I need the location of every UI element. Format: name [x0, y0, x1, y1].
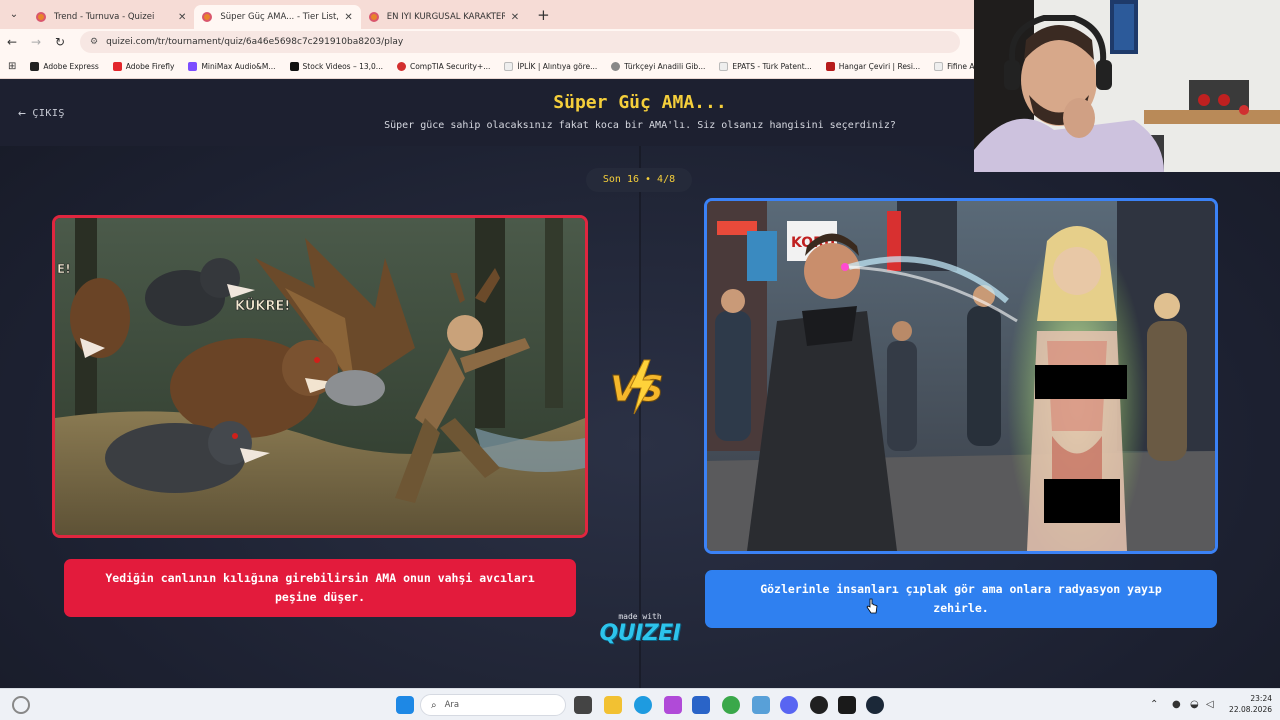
- tab-title: Süper Güç AMA... - Tier List, Kö: [220, 12, 339, 22]
- svg-text:KÜKRE!: KÜKRE!: [235, 298, 290, 314]
- browser-tab-bar: ⌄ Trend - Turnuva - Quizei ✕ Süper Güç A…: [0, 0, 974, 29]
- reload-icon[interactable]: ↻: [48, 35, 72, 49]
- browser-tab-active[interactable]: Süper Güç AMA... - Tier List, Kö ✕: [194, 5, 361, 29]
- obs-icon[interactable]: [810, 696, 828, 714]
- bookmark-item[interactable]: Fifine Ampliga: [934, 62, 974, 71]
- windows-taskbar: ⌕ Ara ⌃ ● ◒ ◁ 23:24 22.08.2026: [0, 688, 1280, 720]
- site-info-icon[interactable]: ⚙: [90, 37, 98, 47]
- versus-lightning-icon: VS: [610, 359, 664, 415]
- exit-label: ÇIKIŞ: [32, 108, 65, 119]
- forward-arrow-icon[interactable]: →: [24, 35, 48, 49]
- center-divider: [639, 146, 641, 688]
- bookmark-item[interactable]: İPLİK | Alıntıya göre...: [504, 62, 597, 71]
- apps-grid-icon[interactable]: ⊞: [8, 61, 16, 72]
- right-choice-image[interactable]: KORU: [704, 198, 1218, 554]
- bookmark-item[interactable]: Stock Videos – 13,0...: [289, 62, 383, 71]
- settings-icon[interactable]: [752, 696, 770, 714]
- microphone-icon[interactable]: ●: [1172, 699, 1181, 710]
- steam-icon[interactable]: [866, 696, 884, 714]
- bookmark-item[interactable]: EPATS - Türk Patent...: [719, 62, 812, 71]
- left-choice-button[interactable]: Yediğin canlının kılığına girebilirsin A…: [64, 559, 576, 617]
- back-arrow-icon[interactable]: ←: [0, 35, 24, 49]
- clock-time: 23:24: [1250, 694, 1272, 703]
- bookmarks-bar: ⊞ Adobe Express Adobe Firefly MiniMax Au…: [0, 55, 974, 79]
- network-icon[interactable]: ◒: [1190, 699, 1199, 710]
- discord-icon[interactable]: [780, 696, 798, 714]
- url-text: quizei.com/tr/tournament/quiz/6a46e5698c…: [106, 37, 404, 47]
- back-arrow-icon: ←: [18, 106, 27, 121]
- search-placeholder: Ara: [444, 700, 460, 710]
- app-icon[interactable]: [692, 696, 710, 714]
- bookmark-favicon-icon: [934, 62, 944, 71]
- quizei-favicon-icon: [36, 12, 46, 22]
- bookmark-item[interactable]: Türkçeyi Anadili Gib...: [611, 62, 705, 71]
- bookmark-favicon-icon: [504, 62, 514, 71]
- volume-icon[interactable]: ◁: [1206, 699, 1214, 710]
- task-view-icon[interactable]: [574, 696, 592, 714]
- windows-start-icon[interactable]: [396, 696, 414, 714]
- page-title: Süper Güç AMA...: [553, 92, 727, 113]
- address-bar[interactable]: ⚙ quizei.com/tr/tournament/quiz/6a46e569…: [80, 31, 960, 53]
- bookmark-favicon-icon: [396, 62, 406, 71]
- bookmark-item[interactable]: CompTIA Security+...: [396, 62, 490, 71]
- bookmark-favicon-icon: [30, 62, 40, 71]
- file-explorer-icon[interactable]: [604, 696, 622, 714]
- streamer-webcam-feed: [974, 0, 1280, 172]
- tab-title: Trend - Turnuva - Quizei: [54, 12, 155, 22]
- bookmark-favicon-icon: [188, 62, 198, 71]
- svg-text:E!: E!: [57, 262, 71, 276]
- browser-tab[interactable]: EN İYİ KURGUSAL KARAKTER? ✕: [361, 5, 527, 29]
- bookmark-favicon-icon: [112, 62, 122, 71]
- bookmark-favicon-icon: [825, 62, 835, 71]
- close-tab-icon[interactable]: ✕: [511, 12, 519, 23]
- search-icon: ⌕: [431, 699, 437, 711]
- quizei-logo: QUIZEI: [599, 621, 681, 646]
- chrome-browser-icon[interactable]: [722, 696, 740, 714]
- exit-button[interactable]: ← ÇIKIŞ: [18, 106, 65, 121]
- bookmark-favicon-icon: [289, 62, 299, 71]
- right-choice-button[interactable]: Gözlerinle insanları çıplak gör ama onla…: [705, 570, 1217, 628]
- webcam-overlay: [974, 0, 1280, 172]
- tray-chevron-icon[interactable]: ⌃: [1150, 699, 1158, 710]
- quizei-favicon-icon: [368, 12, 379, 22]
- made-with-branding[interactable]: made with QUIZEI: [594, 612, 686, 646]
- clock-date: 22.08.2026: [1229, 705, 1272, 714]
- tab-search-chevron-icon[interactable]: ⌄: [0, 0, 28, 29]
- edge-browser-icon[interactable]: [634, 696, 652, 714]
- forest-chase-illustration: KÜKRE! E!: [55, 218, 585, 535]
- bookmark-favicon-icon: [611, 62, 621, 71]
- mouse-cursor-hand-icon: [866, 598, 878, 614]
- widgets-icon[interactable]: [12, 696, 30, 714]
- copilot-icon[interactable]: [664, 696, 682, 714]
- page-subtitle: Süper güce sahip olacaksınız fakat koca …: [384, 120, 896, 131]
- bookmark-item[interactable]: Hangar Çeviri | Resi...: [825, 62, 920, 71]
- bookmark-item[interactable]: Adobe Express: [30, 62, 99, 71]
- close-tab-icon[interactable]: ✕: [178, 12, 186, 23]
- bookmark-item[interactable]: Adobe Firefly: [112, 62, 174, 71]
- browser-tab[interactable]: Trend - Turnuva - Quizei ✕: [28, 5, 194, 29]
- new-tab-plus-icon[interactable]: +: [537, 6, 550, 24]
- taskbar-search-input[interactable]: ⌕ Ara: [420, 694, 566, 716]
- round-badge: Son 16 • 4/8: [586, 168, 692, 192]
- bookmark-item[interactable]: MiniMax Audio&M...: [188, 62, 276, 71]
- close-tab-icon[interactable]: ✕: [344, 12, 352, 23]
- made-with-label: made with: [618, 612, 662, 621]
- left-choice-image[interactable]: KÜKRE! E!: [52, 215, 588, 538]
- terminal-icon[interactable]: [838, 696, 856, 714]
- tab-title: EN İYİ KURGUSAL KARAKTER?: [386, 12, 505, 22]
- system-clock[interactable]: 23:24 22.08.2026: [1222, 693, 1272, 715]
- city-street-xray-illustration: KORU: [707, 201, 1215, 551]
- quizei-favicon-icon: [202, 12, 213, 22]
- browser-nav-bar: ← → ↻ ⚙ quizei.com/tr/tournament/quiz/6a…: [0, 29, 974, 55]
- bookmark-favicon-icon: [719, 62, 729, 71]
